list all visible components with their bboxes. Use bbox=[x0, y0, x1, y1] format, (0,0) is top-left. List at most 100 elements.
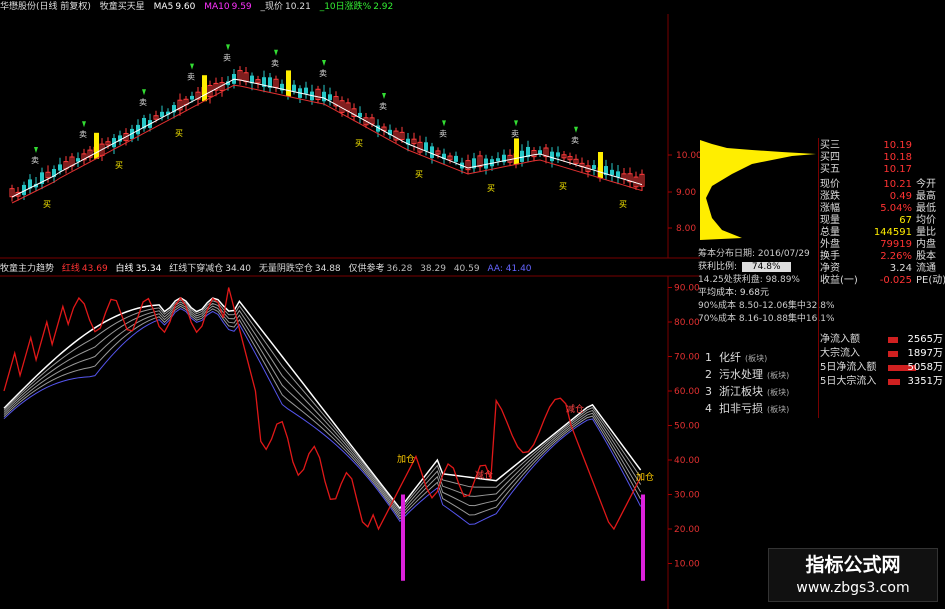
sell-arrow-icon bbox=[322, 60, 326, 66]
trend-oscillator: 加仓加仓减仓减仓 bbox=[3, 287, 654, 581]
sell-arrow-icon bbox=[442, 120, 446, 127]
quote-value: 2.26% bbox=[880, 251, 912, 262]
volume-breakout-candle bbox=[514, 138, 519, 165]
money-flow-value: 1897万 bbox=[907, 348, 943, 359]
sector-item[interactable]: 3 浙江板块 (板块) bbox=[705, 383, 815, 400]
sector-list: 1 化纤 (板块) 2 污水处理 (板块) 3 浙江板块 (板块) 4 扣非亏损 (板块) bbox=[705, 349, 815, 417]
sector-item[interactable]: 1 化纤 (板块) bbox=[705, 349, 815, 366]
quote-label-secondary: 股本 bbox=[916, 251, 936, 262]
sector-tag: (板块) bbox=[767, 371, 790, 380]
sell-signal-label: 卖 bbox=[511, 129, 519, 138]
quote-label: 净资 bbox=[820, 263, 840, 274]
buy-signal-label: 买 bbox=[175, 129, 183, 138]
add-position-label: 加仓 bbox=[636, 471, 654, 483]
quote-label: 现量 bbox=[820, 215, 840, 226]
money-flow-bar bbox=[888, 337, 898, 343]
candle-body bbox=[430, 146, 434, 158]
money-flow-label: 5日净流入额 bbox=[820, 362, 877, 373]
candlestick-series bbox=[9, 66, 645, 202]
quote-label-secondary: 均价 bbox=[916, 215, 936, 226]
osc-tick-label: 60.00 bbox=[674, 387, 700, 397]
candle-body bbox=[424, 142, 428, 151]
quote-value: 5.04% bbox=[880, 203, 912, 214]
money-flow-value: 3351万 bbox=[907, 376, 943, 387]
chip-distribution-chart bbox=[700, 140, 816, 240]
sector-number: 4 bbox=[705, 402, 712, 415]
quote-row: 买四 10.18 bbox=[818, 152, 945, 164]
quote-row: 收益(一) -0.025 PE(动) bbox=[818, 275, 945, 287]
a6-value: 38.29 bbox=[420, 264, 446, 274]
candle-body bbox=[538, 150, 542, 155]
quote-row: 涨幅 5.04% 最低 bbox=[818, 203, 945, 215]
candle-body bbox=[550, 151, 554, 162]
profit-row: 获利比例: 74.8% bbox=[698, 261, 816, 274]
candle-body bbox=[520, 150, 524, 162]
sell-signal-label: 卖 bbox=[223, 53, 231, 62]
money-flow-row: 5日净流入额 5058万 bbox=[818, 361, 945, 375]
buy-signal-label: 买 bbox=[355, 139, 363, 148]
candle-body bbox=[454, 155, 458, 162]
money-flow-row: 5日大宗流入 3351万 bbox=[818, 375, 945, 389]
oscillator-axis: 90.00 80.00 70.00 60.00 50.00 40.00 30.00 20.00… bbox=[668, 284, 700, 570]
quote-value: 79919 bbox=[880, 239, 912, 250]
avg-row: 平均成本: 9.68元 bbox=[698, 287, 816, 300]
quote-row: 换手 2.26% 股本 bbox=[818, 251, 945, 263]
dist-date: 筹本分布日期: 2016/07/29 bbox=[698, 249, 810, 259]
money-flow-row: 大宗流入 1897万 bbox=[818, 347, 945, 361]
volume-breakout-candle bbox=[286, 70, 291, 97]
quote-value: 10.21 bbox=[883, 179, 912, 190]
sector-label: 浙江板块 bbox=[719, 385, 763, 398]
profit-value: 74.8% bbox=[741, 262, 791, 272]
sell-signal-label: 卖 bbox=[439, 129, 447, 138]
volume-breakout-candle bbox=[94, 132, 99, 159]
sector-tag: (板块) bbox=[767, 388, 790, 397]
sector-item[interactable]: 2 污水处理 (板块) bbox=[705, 366, 815, 383]
sector-number: 1 bbox=[705, 351, 712, 364]
signal-markers: 卖卖卖卖卖卖卖卖卖 卖卖买买买买买买 买买 bbox=[31, 44, 627, 209]
sell-signal-label: 卖 bbox=[79, 130, 87, 139]
sell-arrow-icon bbox=[34, 147, 38, 153]
empty-label: 无量阴跌空仓 bbox=[258, 264, 313, 274]
avg-value: 9.68元 bbox=[739, 288, 769, 298]
money-flow-bar bbox=[888, 351, 898, 357]
money-flow-label: 大宗流入 bbox=[820, 348, 860, 359]
white-line-value: 35.34 bbox=[135, 264, 162, 274]
buy-volume-bar bbox=[401, 494, 405, 581]
quote-label-secondary: 量比 bbox=[916, 227, 936, 238]
quote-label: 外盘 bbox=[820, 239, 840, 250]
chip-distribution-panel: 筹本分布日期: 2016/07/29 获利比例: 74.8% 14.25处获利盘… bbox=[698, 248, 835, 326]
quote-row: 现量 67 均价 bbox=[818, 215, 945, 227]
sell-signal-label: 卖 bbox=[31, 156, 39, 165]
avg-label: 平均成本: bbox=[698, 288, 738, 298]
osc-tick-label: 40.00 bbox=[674, 456, 700, 466]
money-flow-panel: 净流入额 2565万 大宗流入 1897万 5日净流入额 5058万 5日大宗流入 3351万 bbox=[818, 333, 945, 389]
quote-value: 10.18 bbox=[883, 152, 912, 163]
a7-value: 40.59 bbox=[453, 264, 480, 274]
quote-value: 10.17 bbox=[883, 164, 912, 175]
quote-row: 总量 144591 量比 bbox=[818, 227, 945, 239]
osc-tick-label: 30.00 bbox=[674, 491, 700, 501]
buy-signal-label: 买 bbox=[619, 200, 627, 209]
kline-chart[interactable]: 卖卖卖卖卖卖卖卖卖 卖卖买买买买买买 买买 10.009.008.00 90.008… bbox=[0, 0, 700, 609]
quote-row: 买五 10.17 bbox=[818, 164, 945, 176]
sector-item[interactable]: 4 扣非亏损 (板块) bbox=[705, 400, 815, 417]
candle-body bbox=[556, 152, 560, 157]
watermark-url: www.zbgs3.com bbox=[796, 580, 910, 596]
indicator-title[interactable]: 牧童主力趋势 bbox=[0, 264, 54, 274]
ma5-line bbox=[11, 78, 643, 198]
osc-tick-label: 70.00 bbox=[674, 353, 700, 363]
cost-line: 14.25处获利盘: 98.89% bbox=[698, 275, 800, 285]
buy-signal-label: 买 bbox=[559, 182, 567, 191]
sell-arrow-icon bbox=[382, 93, 386, 99]
sell-arrow-icon bbox=[574, 126, 578, 133]
cross-value: 34.40 bbox=[225, 264, 251, 274]
buy-signal-label: 买 bbox=[487, 184, 495, 193]
candle-body bbox=[322, 91, 326, 102]
candle-body bbox=[610, 169, 614, 176]
sell-signal-label: 卖 bbox=[571, 136, 579, 145]
osc-tick-label: 10.00 bbox=[674, 560, 700, 570]
cross-label: 红线下穿减仓 bbox=[169, 264, 224, 274]
watermark-logo: 指标公式网 www.zbgs3.com bbox=[768, 548, 938, 602]
sell-arrow-icon bbox=[190, 63, 194, 70]
red-line-label: 红线 bbox=[61, 264, 80, 274]
